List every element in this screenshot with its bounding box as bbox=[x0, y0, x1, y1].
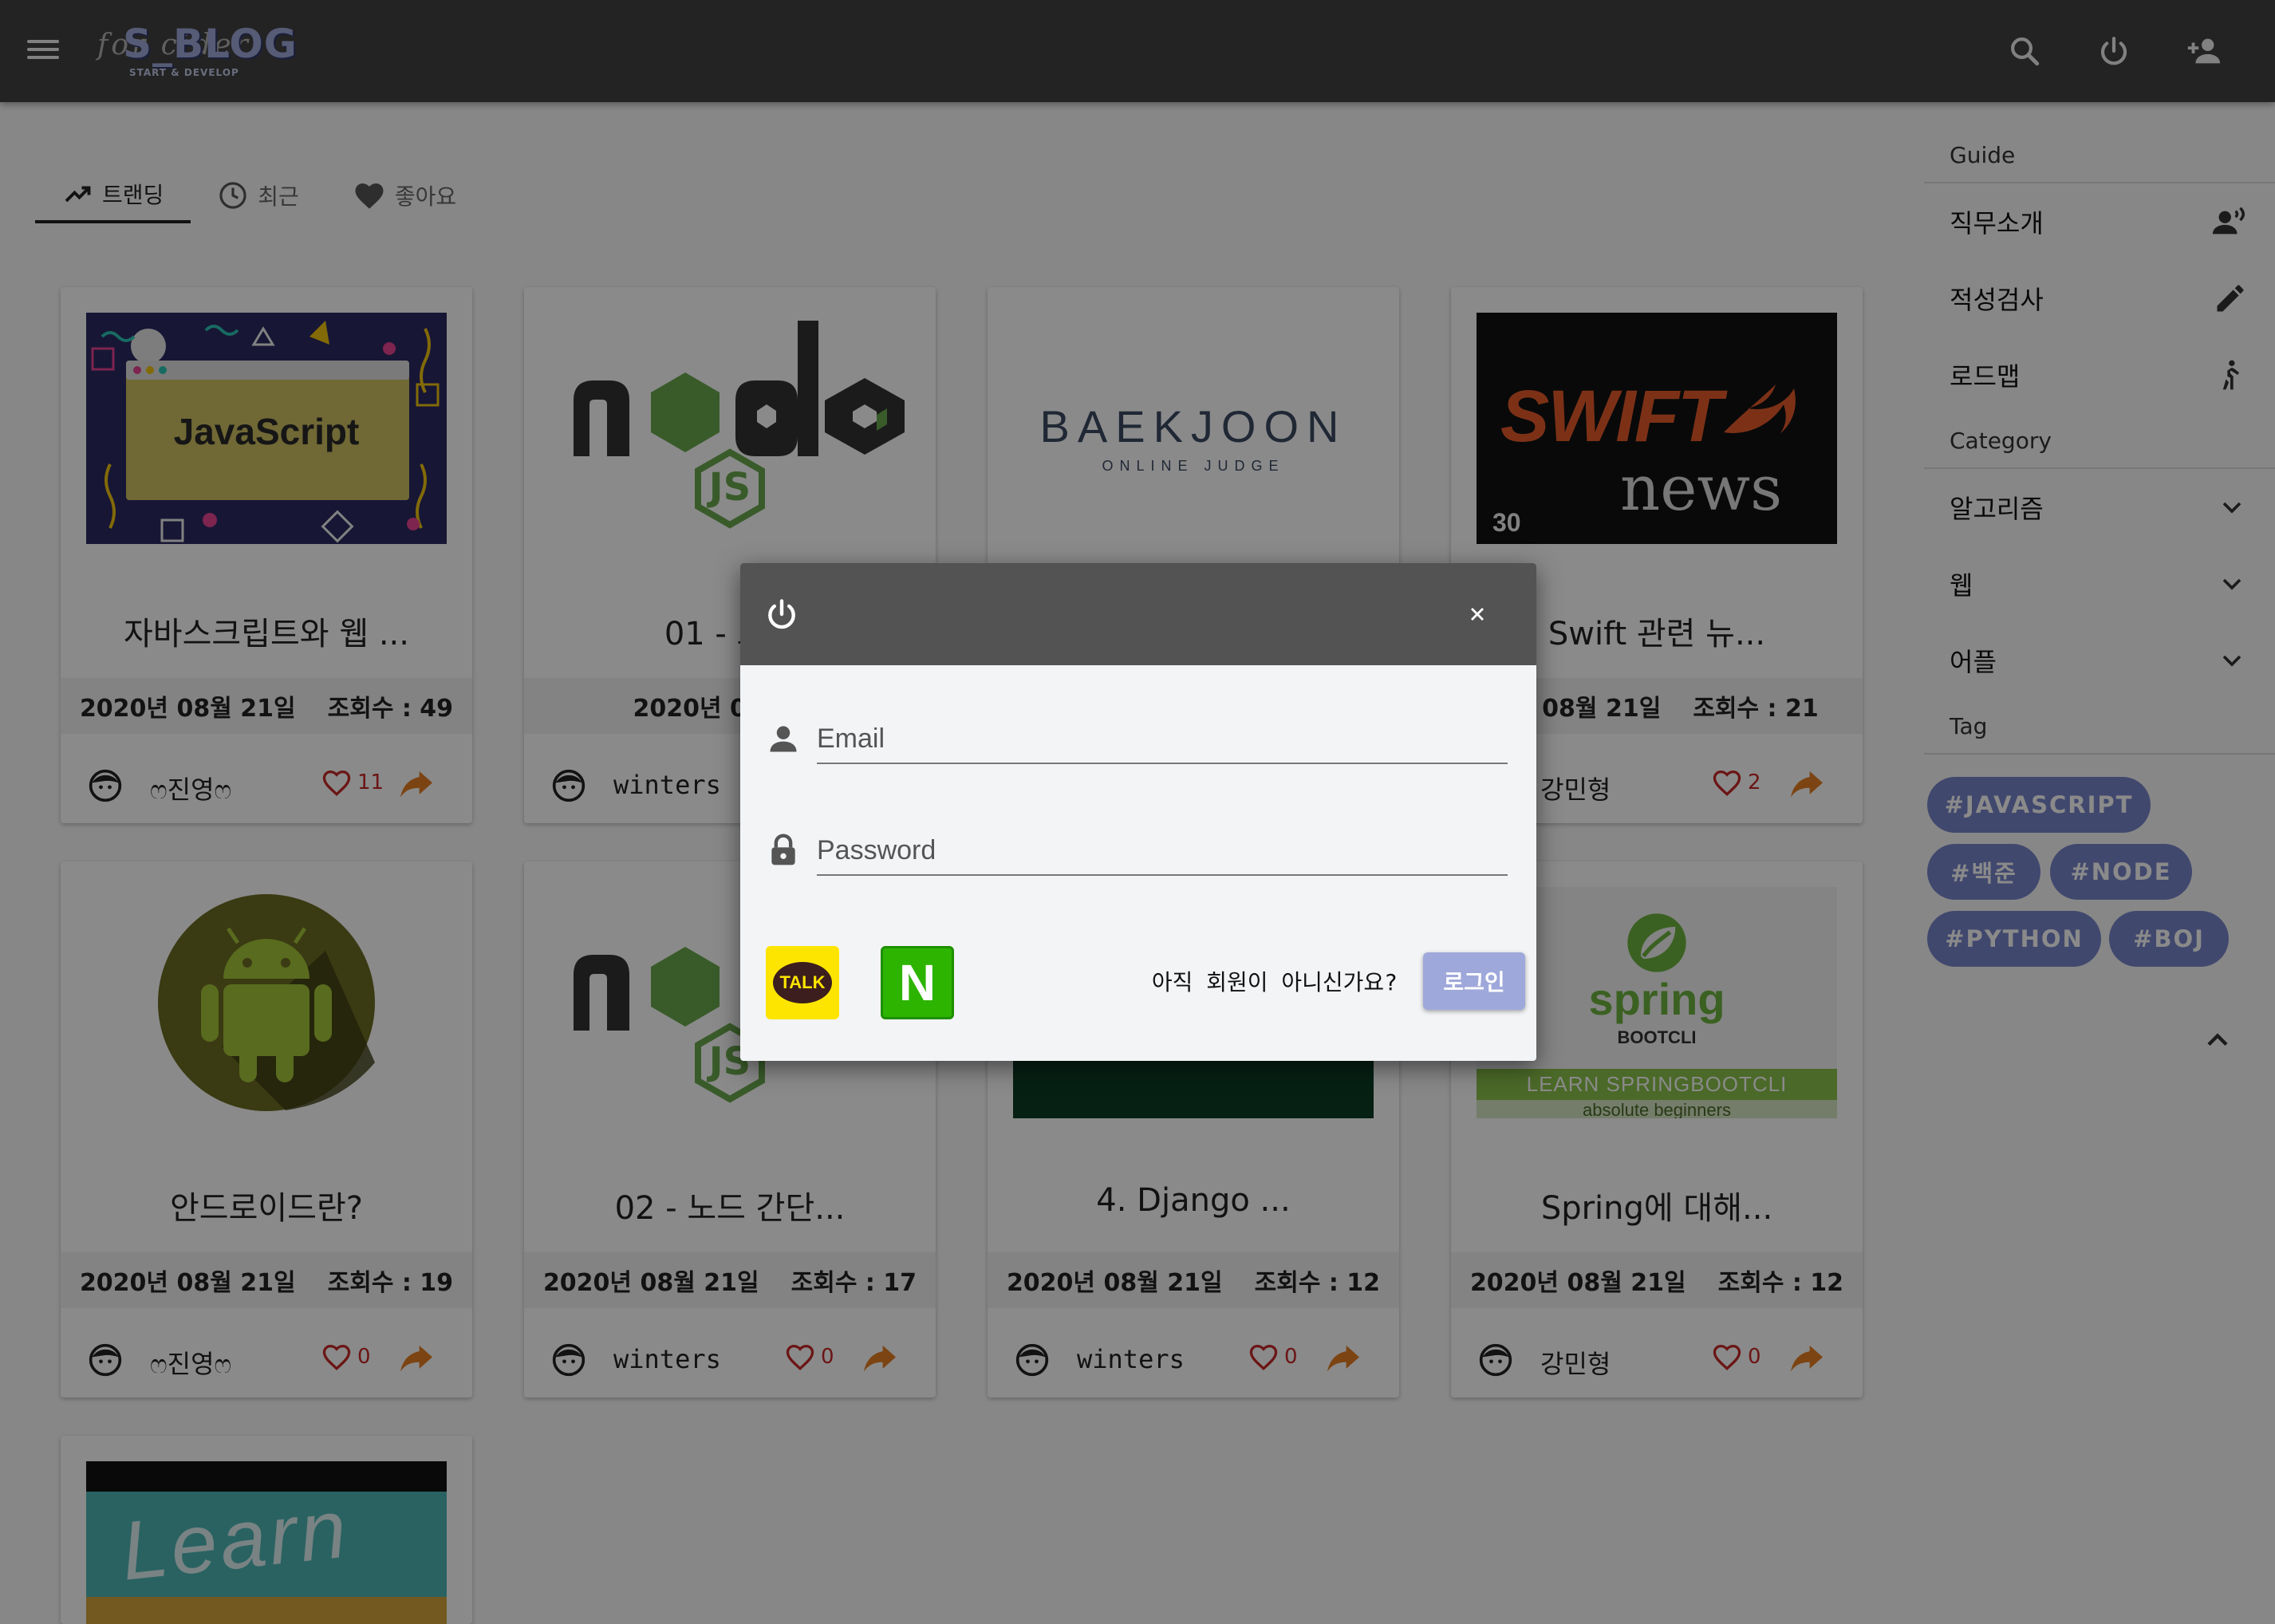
person-icon bbox=[770, 726, 797, 752]
dialog-header bbox=[740, 563, 1536, 665]
signup-link[interactable]: 아직 회원이 아니신가요? bbox=[1142, 965, 1398, 997]
login-button[interactable]: 로그인 bbox=[1423, 952, 1525, 1010]
naver-login-button[interactable]: N bbox=[881, 946, 954, 1019]
kakao-talk-icon: TALK bbox=[773, 962, 832, 1003]
password-input[interactable] bbox=[817, 826, 1508, 876]
login-dialog: TALK N 아직 회원이 아니신가요? 로그인 bbox=[740, 563, 1536, 1061]
email-field bbox=[766, 704, 1508, 775]
close-icon bbox=[1471, 608, 1484, 621]
power-icon bbox=[768, 599, 795, 629]
close-button[interactable] bbox=[1458, 595, 1496, 633]
password-field bbox=[766, 815, 1508, 887]
lock-icon bbox=[771, 834, 795, 865]
email-input[interactable] bbox=[817, 715, 1508, 764]
kakao-login-button[interactable]: TALK bbox=[766, 946, 839, 1019]
